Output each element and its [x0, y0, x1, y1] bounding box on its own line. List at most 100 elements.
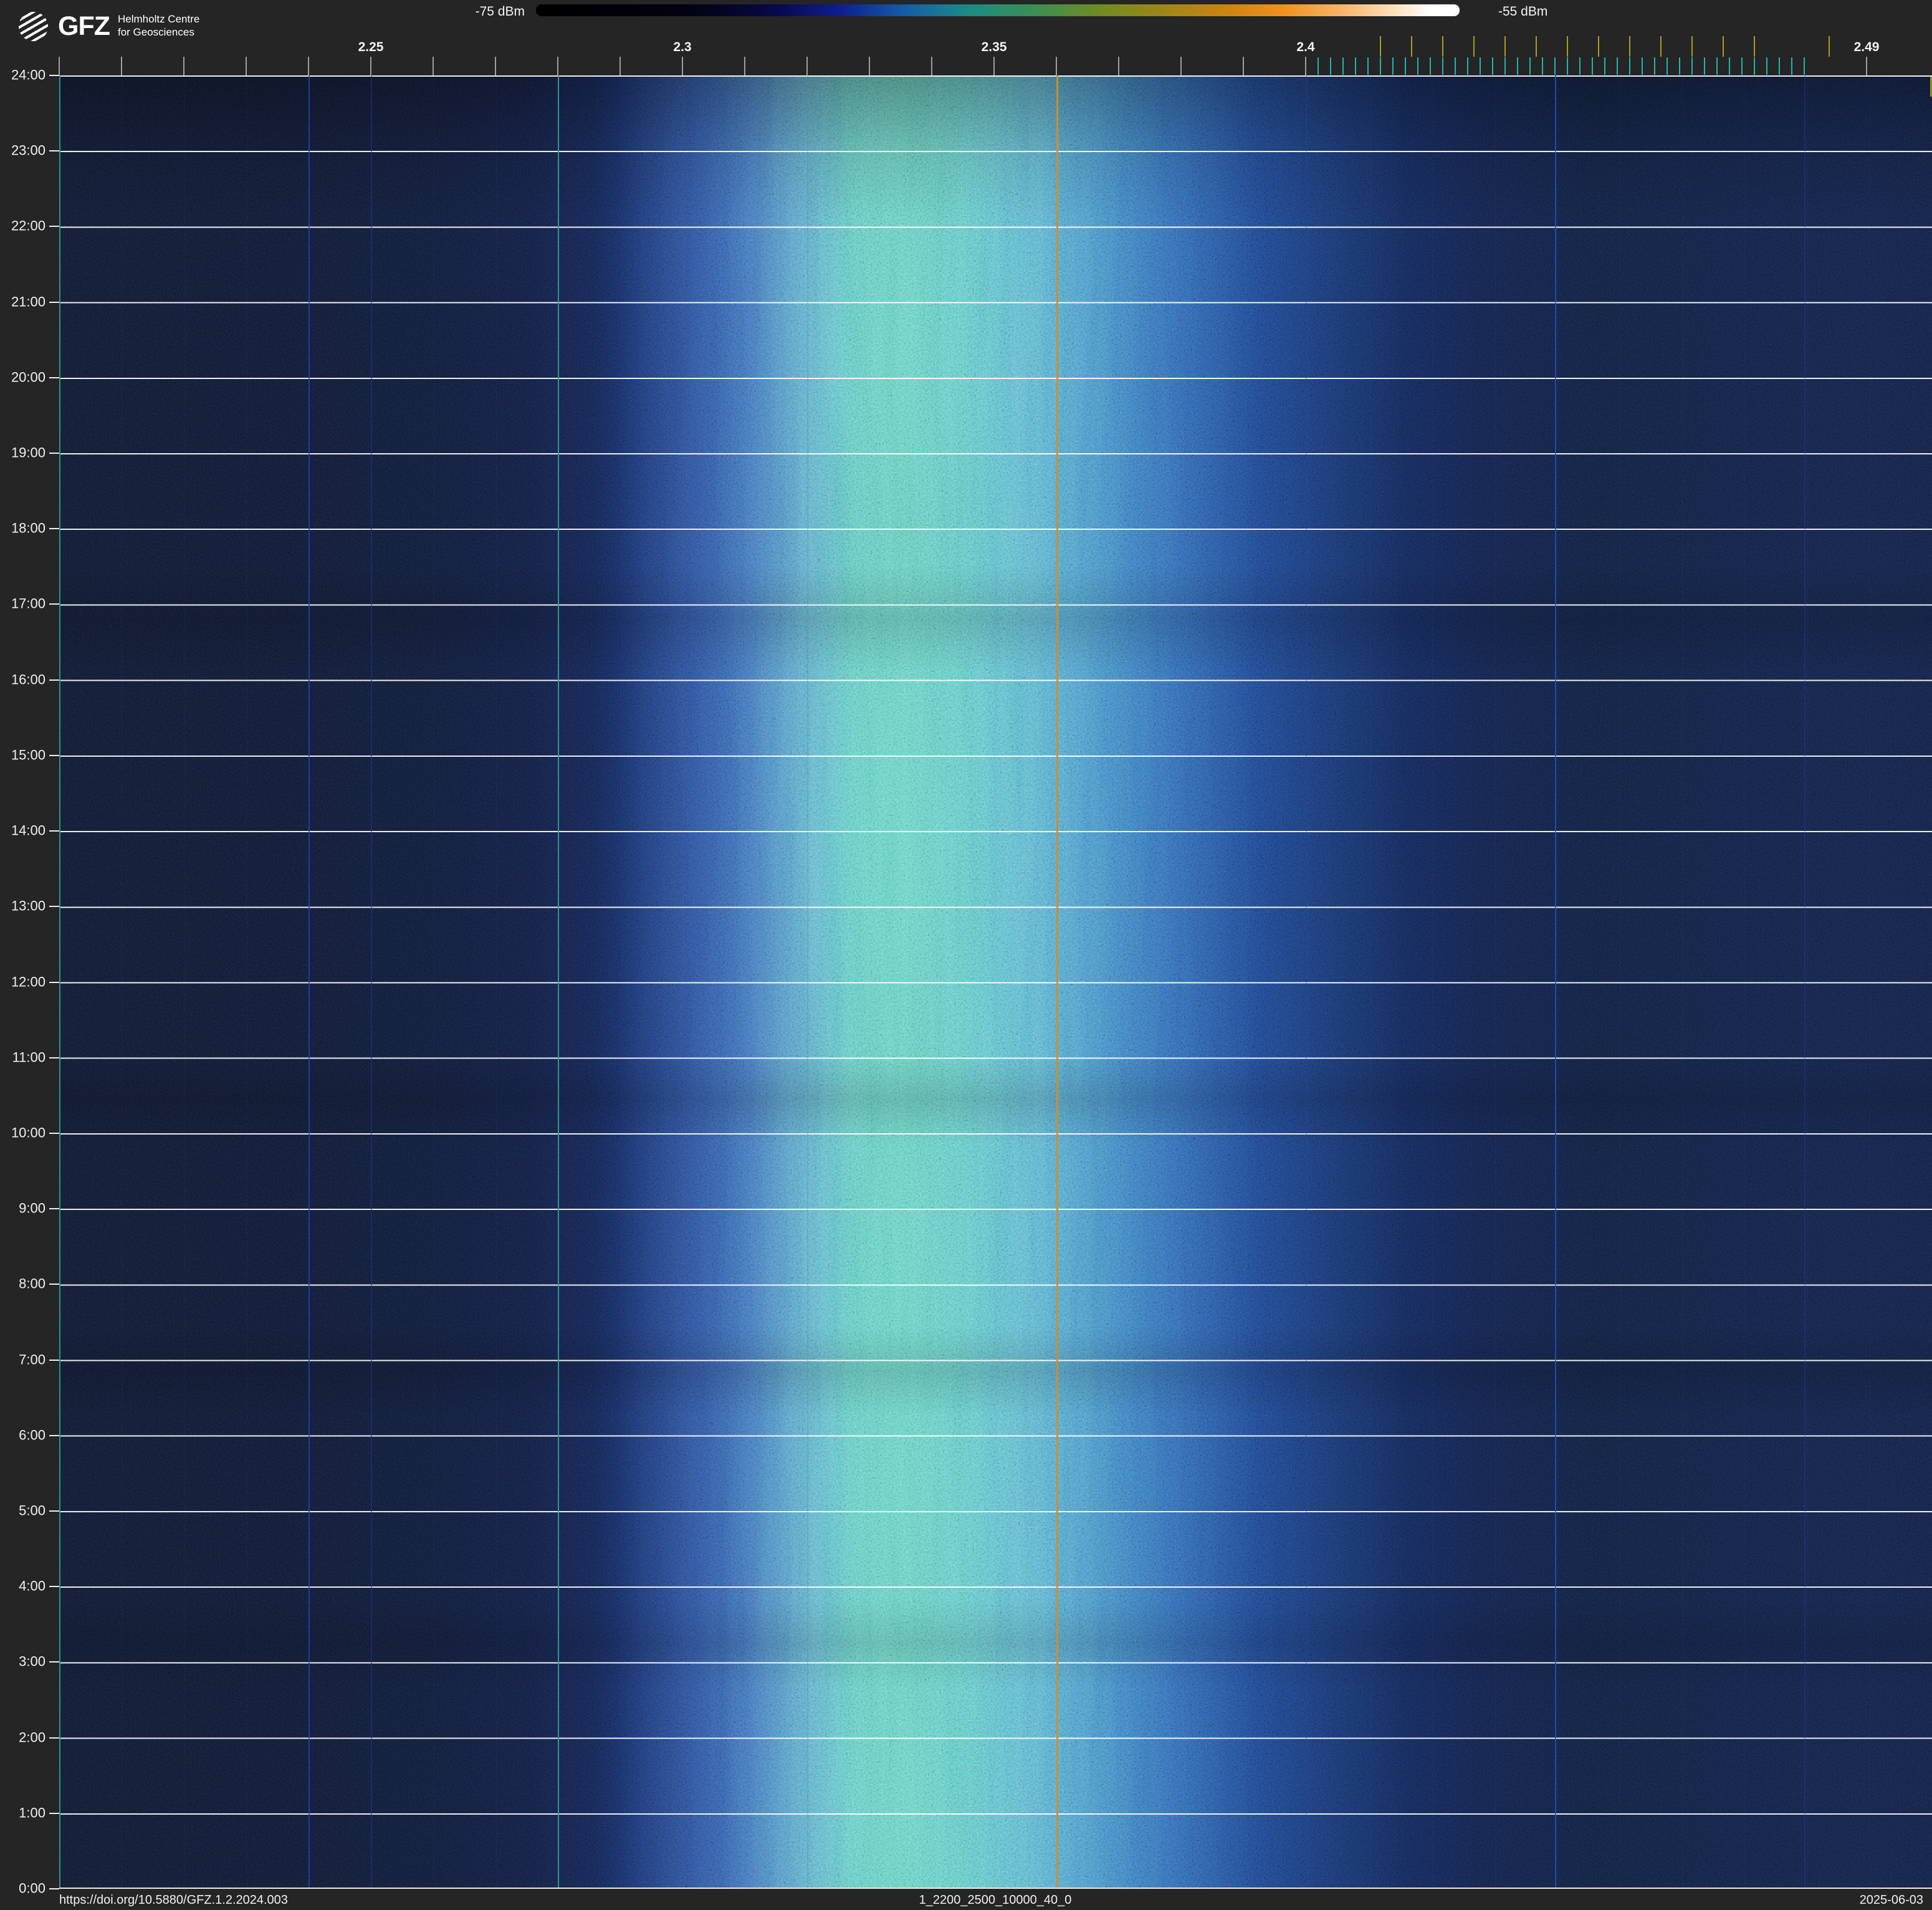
hour-label: 1:00: [19, 1805, 45, 1821]
hour-tick: [49, 226, 59, 227]
freq-minor-tick: [1056, 57, 1057, 75]
freq-minor-tick: [557, 57, 558, 75]
ble-channel-tick: [1554, 57, 1556, 75]
hour-tick: [49, 1360, 59, 1361]
ble-channel-tick: [1517, 57, 1518, 75]
hour-tick: [49, 453, 59, 454]
hour-label: 14:00: [11, 823, 45, 839]
ble-channel-tick: [1604, 57, 1605, 75]
ble-channel-tick: [1355, 57, 1356, 75]
hour-tick: [49, 1813, 59, 1814]
freq-minor-tick: [495, 57, 496, 75]
ble-channel-tick: [1492, 57, 1493, 75]
hour-label: 22:00: [11, 218, 45, 234]
freq-minor-tick: [183, 57, 184, 75]
time-axis: 24:00 23:00 22:00 21:00 20:00 19:00 18:00 17:00…: [0, 75, 59, 1889]
hour-tick: [49, 830, 59, 832]
wifi-channel-tick: [1567, 36, 1568, 57]
hour-label: 3:00: [19, 1654, 45, 1670]
hour-label: 18:00: [11, 521, 45, 537]
hour-label: 7:00: [19, 1351, 45, 1368]
freq-minor-tick: [869, 57, 870, 75]
ble-channel-tick: [1766, 57, 1767, 75]
hour-label: 16:00: [11, 671, 45, 688]
footer: https://doi.org/10.5880/GFZ.1.2.2024.003…: [0, 1889, 1932, 1910]
marker-line-2.25: [371, 75, 372, 1888]
colorbar-max-label: -55 dBm: [1498, 4, 1547, 19]
ble-channel-tick: [1791, 57, 1792, 75]
freq-minor-tick: [1180, 57, 1182, 75]
wifi-channel-tick: [1536, 36, 1537, 57]
ble-channel-tick: [1542, 57, 1543, 75]
hour-tick: [49, 755, 59, 756]
freq-minor-tick: [682, 57, 683, 75]
ble-channel-tick: [1392, 57, 1394, 75]
hour-tick: [49, 679, 59, 681]
hour-label: 4:00: [19, 1578, 45, 1595]
frequency-axis: 2.25 2.3 2.35 2.4 2.49: [59, 36, 1932, 75]
hour-label: 19:00: [11, 445, 45, 461]
doi-label: https://doi.org/10.5880/GFZ.1.2.2024.003: [59, 1893, 288, 1908]
marker-line-2.2: [59, 75, 60, 1888]
freq-minor-tick: [931, 57, 932, 75]
hour-tick: [49, 982, 59, 983]
ble-channel-tick: [1480, 57, 1481, 75]
wifi-channel-tick: [1473, 36, 1475, 57]
hour-tick: [49, 1133, 59, 1134]
freq-tick-label: 2.25: [358, 40, 384, 55]
ble-channel-tick: [1529, 57, 1531, 75]
freq-minor-tick: [246, 57, 247, 75]
wifi-channel-tick: [1629, 36, 1630, 57]
ble-channel-tick: [1704, 57, 1705, 75]
hour-tick: [49, 1737, 59, 1739]
ble-channel-tick: [1804, 57, 1805, 75]
wifi-channel-tick: [1660, 36, 1662, 57]
freq-minor-tick: [308, 57, 309, 75]
colorbar: -75 dBm -55 dBm: [0, 2, 1932, 19]
freq-minor-tick: [806, 57, 808, 75]
ble-channel-tick: [1654, 57, 1655, 75]
freq-tick-label: 2.4: [1296, 40, 1314, 55]
ble-channel-tick: [1430, 57, 1431, 75]
spectrogram-plot: [59, 75, 1932, 1889]
hour-label: 12:00: [11, 974, 45, 990]
wifi-channel-tick: [1380, 36, 1381, 57]
hour-label: 11:00: [12, 1049, 45, 1065]
freq-minor-tick: [1118, 57, 1119, 75]
wifi-channel-tick: [1723, 36, 1724, 57]
hour-label: 23:00: [11, 143, 45, 159]
marker-line-2.36: [1056, 75, 1058, 1888]
freq-minor-tick: [1866, 57, 1867, 75]
ble-channel-tick: [1779, 57, 1780, 75]
ble-channel-tick: [1667, 57, 1668, 75]
marker-line-2.28: [558, 75, 559, 1888]
ble-channel-tick: [1455, 57, 1456, 75]
freq-minor-tick: [59, 57, 60, 75]
marker-line-2.44: [1555, 75, 1556, 1888]
hour-tick: [49, 1435, 59, 1436]
ble-channel-tick: [1317, 57, 1319, 75]
wifi-channel-tick: [1504, 36, 1506, 57]
freq-tick-label: 2.35: [982, 40, 1007, 55]
ble-channel-tick: [1380, 57, 1381, 75]
hour-label: 10:00: [11, 1125, 45, 1141]
ble-channel-tick: [1754, 57, 1755, 75]
wifi-channel-tick: [1598, 36, 1599, 57]
freq-minor-tick: [1243, 57, 1244, 75]
marker-line-2.48: [1804, 75, 1805, 1888]
hour-label: 24:00: [11, 67, 45, 83]
hour-label: 15:00: [11, 747, 45, 763]
ble-channel-tick: [1417, 57, 1418, 75]
wifi-channel-tick: [1754, 36, 1755, 57]
hour-tick: [49, 150, 59, 151]
hour-tick: [49, 528, 59, 529]
hour-label: 20:00: [11, 369, 45, 385]
wifi-channel-tick: [1442, 36, 1443, 57]
frequency-marker-lines: [59, 75, 1932, 1888]
hour-tick: [49, 1510, 59, 1512]
freq-minor-tick: [433, 57, 434, 75]
freq-tick-label: 2.49: [1854, 40, 1880, 55]
ble-channel-tick: [1579, 57, 1581, 75]
marker-line-2.32: [807, 75, 808, 1888]
ble-channel-tick: [1467, 57, 1468, 75]
